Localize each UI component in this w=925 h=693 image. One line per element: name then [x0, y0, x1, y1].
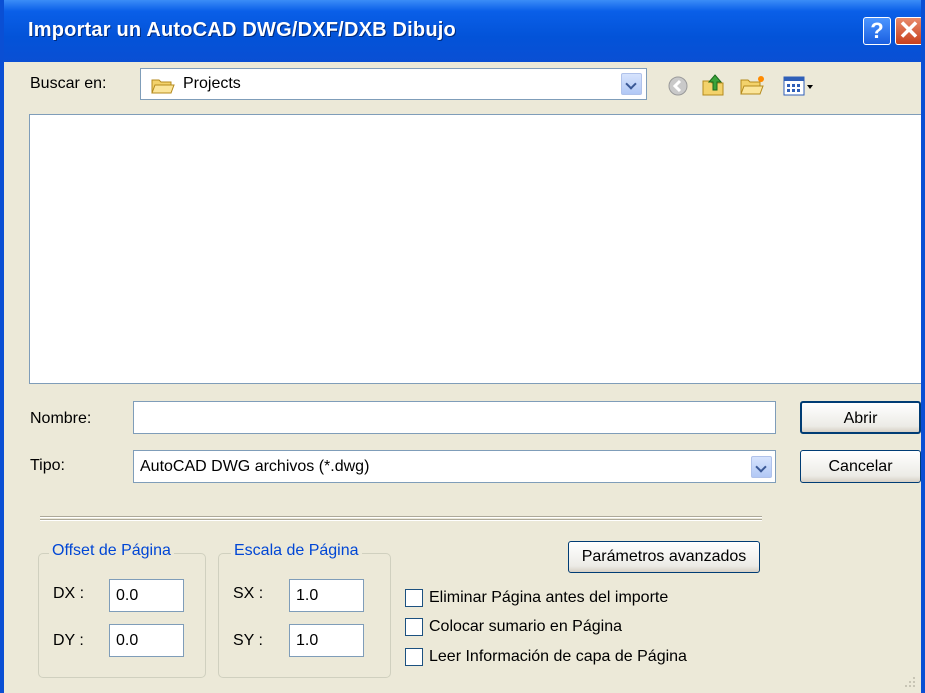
dx-label: DX :	[53, 585, 85, 602]
folder-icon	[151, 77, 175, 100]
view-menu-icon[interactable]	[783, 76, 815, 101]
filetype-select[interactable]: AutoCAD DWG archivos (*.dwg)	[133, 450, 776, 483]
place-summary-checkbox[interactable]	[405, 618, 423, 636]
dialog-title: Importar un AutoCAD DWG/DXF/DXB Dibujo	[28, 19, 456, 41]
lookin-select[interactable]: Projects	[140, 68, 647, 100]
sy-label: SY :	[233, 632, 263, 649]
help-button[interactable]: ?	[863, 17, 891, 45]
back-icon[interactable]	[668, 76, 688, 101]
filetype-label: Tipo:	[30, 457, 65, 474]
dy-label: DY :	[53, 632, 84, 649]
title-bar[interactable]: Importar un AutoCAD DWG/DXF/DXB Dibujo ?…	[4, 0, 921, 62]
sx-input[interactable]: 1.0	[289, 579, 364, 612]
place-summary-label[interactable]: Colocar sumario en Página	[429, 618, 622, 636]
lookin-label: Buscar en:	[30, 75, 107, 92]
sx-label: SX :	[233, 585, 264, 602]
dx-input[interactable]: 0.0	[109, 579, 184, 612]
file-list[interactable]	[29, 114, 921, 384]
filetype-value: AutoCAD DWG archivos (*.dwg)	[140, 458, 370, 475]
separator	[40, 516, 762, 518]
sy-input[interactable]: 1.0	[289, 624, 364, 657]
delete-page-label[interactable]: Eliminar Página antes del importe	[429, 589, 668, 607]
cancel-button[interactable]: Cancelar	[800, 450, 921, 483]
advanced-params-button[interactable]: Parámetros avanzados	[568, 541, 760, 573]
chevron-down-icon[interactable]	[621, 73, 642, 95]
close-button[interactable]: ✕	[895, 17, 921, 45]
chevron-down-icon[interactable]	[751, 456, 772, 478]
up-folder-icon[interactable]	[701, 73, 727, 102]
offset-group: Offset de Página DX : 0.0 DY : 0.0	[38, 542, 206, 678]
offset-group-title: Offset de Página	[49, 542, 174, 560]
import-dialog: Importar un AutoCAD DWG/DXF/DXB Dibujo ?…	[0, 0, 925, 693]
filename-input[interactable]	[133, 401, 776, 434]
delete-page-checkbox[interactable]	[405, 589, 423, 607]
read-layer-info-label[interactable]: Leer Información de capa de Página	[429, 648, 687, 666]
resize-grip-icon[interactable]	[905, 677, 915, 687]
dy-input[interactable]: 0.0	[109, 624, 184, 657]
separator	[40, 519, 762, 521]
filename-label: Nombre:	[30, 410, 92, 427]
lookin-value: Projects	[183, 75, 241, 92]
read-layer-info-checkbox[interactable]	[405, 648, 423, 666]
scale-group: Escala de Página SX : 1.0 SY : 1.0	[218, 542, 391, 678]
scale-group-title: Escala de Página	[231, 542, 362, 560]
open-button[interactable]: Abrir	[800, 401, 921, 434]
new-folder-icon[interactable]	[740, 74, 766, 101]
